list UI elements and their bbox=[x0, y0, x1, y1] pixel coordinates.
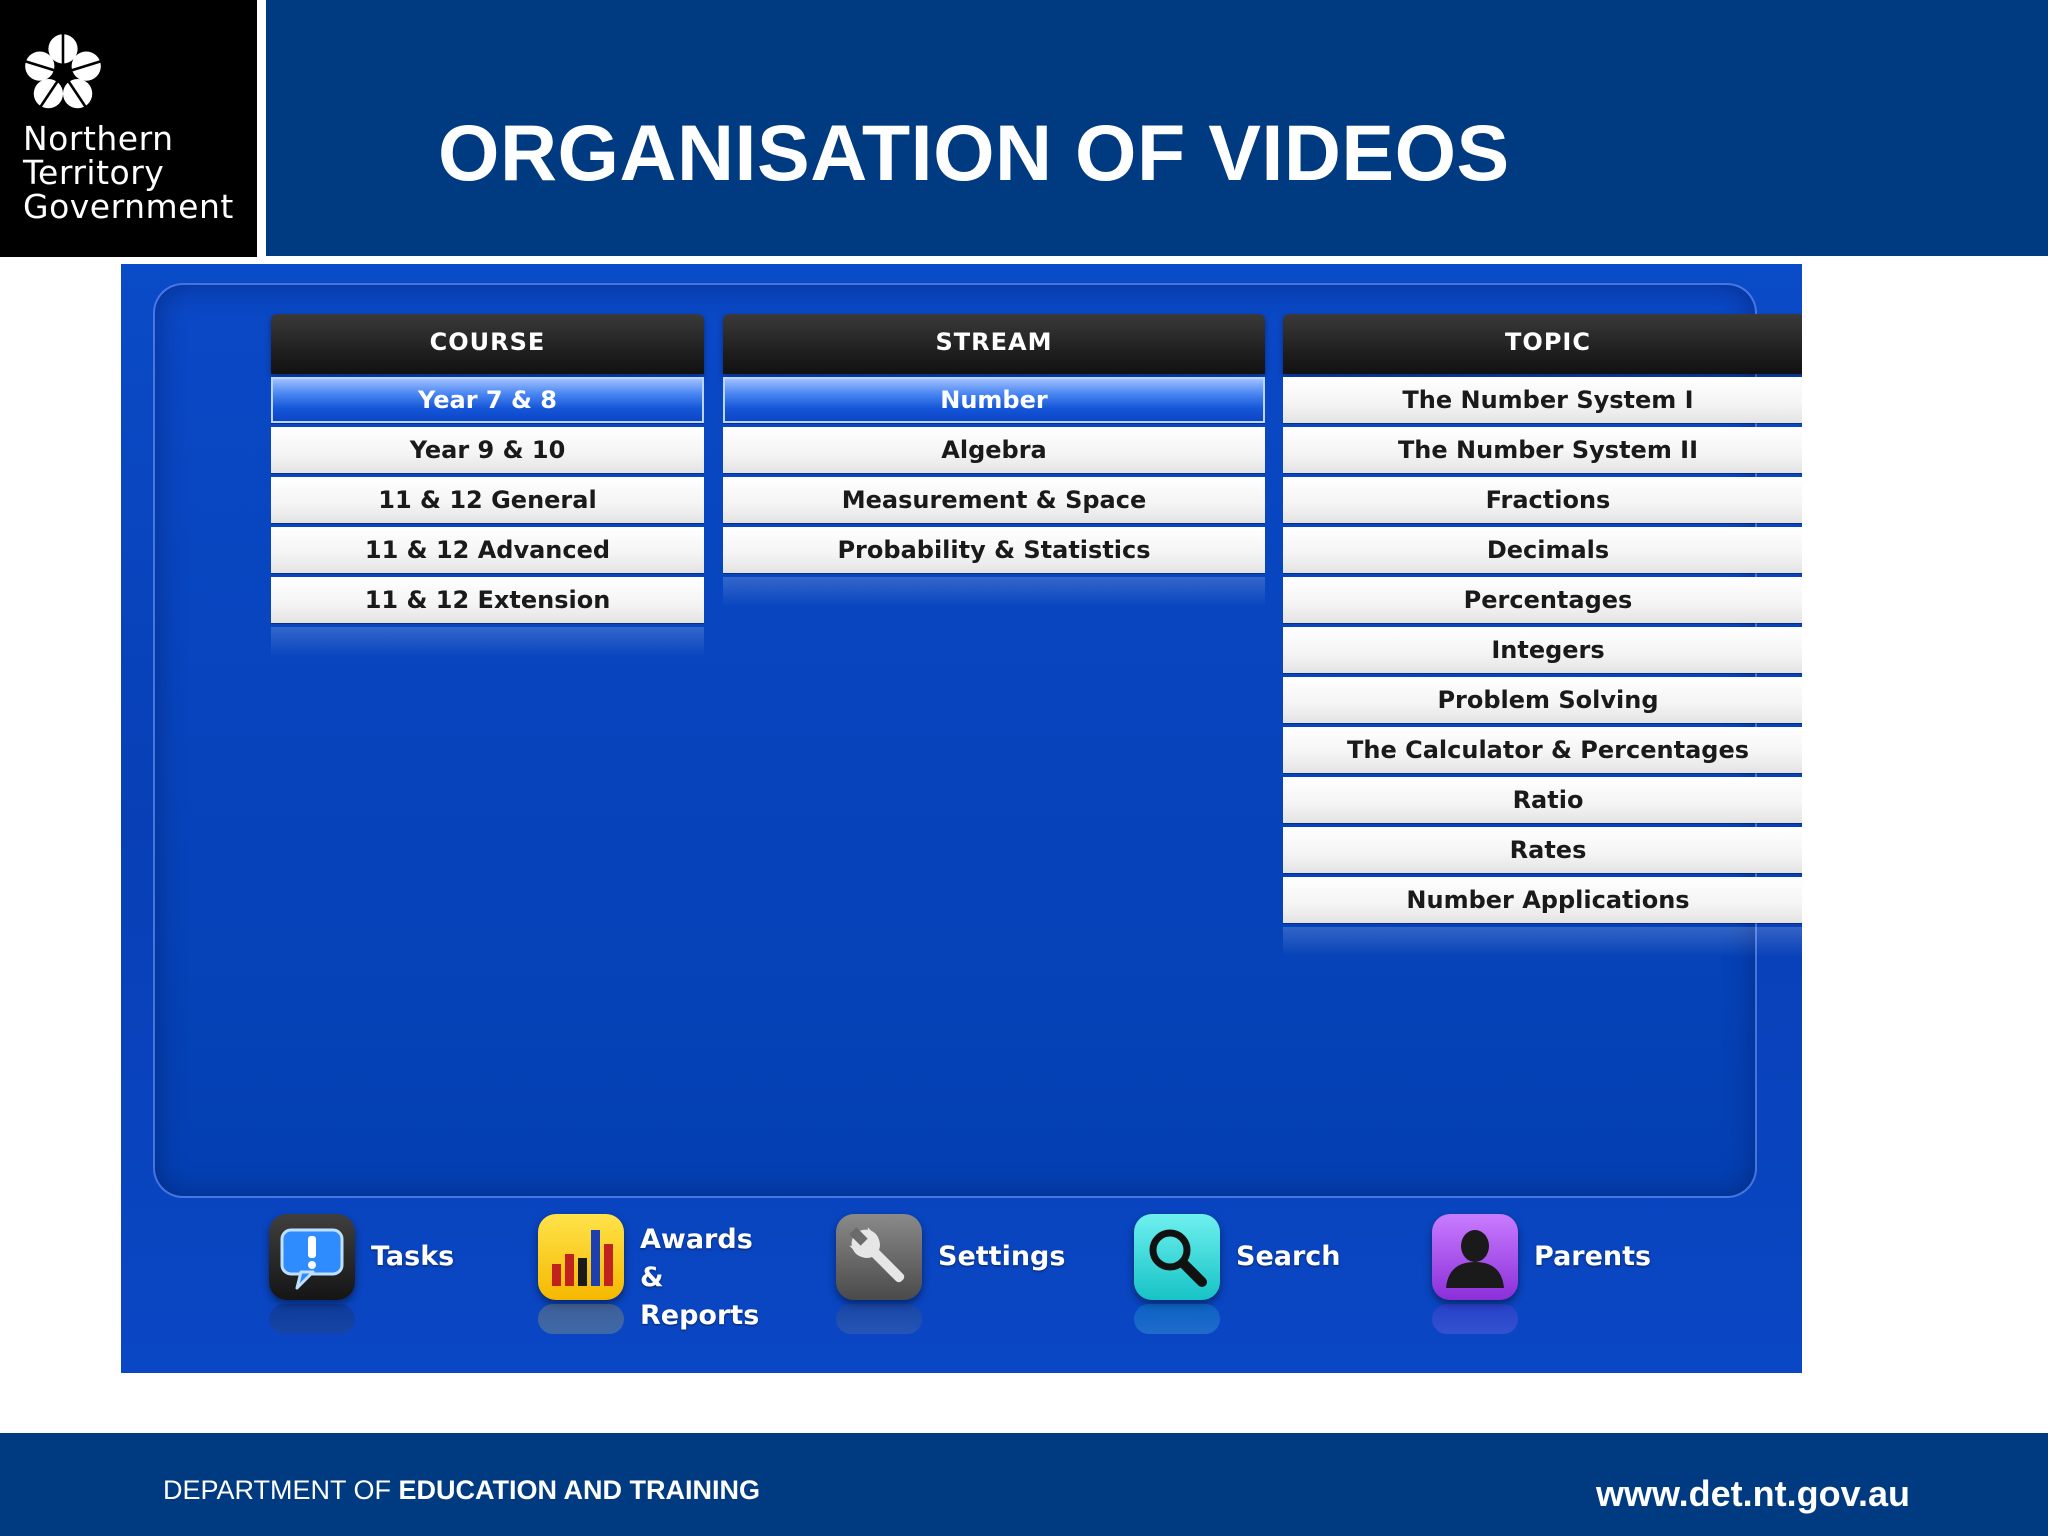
logo-area: Northern Territory Government bbox=[0, 0, 257, 257]
course-item[interactable]: Year 9 & 10 bbox=[271, 427, 704, 473]
topic-column-header: TOPIC bbox=[1283, 314, 1802, 374]
footer-bar: DEPARTMENT OF EDUCATION AND TRAINING www… bbox=[0, 1433, 2048, 1536]
topic-item[interactable]: The Calculator & Percentages bbox=[1283, 727, 1802, 773]
logo-wordmark: Northern Territory Government bbox=[23, 119, 234, 226]
wrench-icon bbox=[836, 1214, 922, 1300]
header-bar: ORGANISATION OF VIDEOS bbox=[266, 0, 2048, 256]
app-screenshot: COURSE Year 7 & 8 Year 9 & 10 11 & 12 Ge… bbox=[121, 264, 1802, 1373]
stream-item[interactable]: Measurement & Space bbox=[723, 477, 1265, 523]
stream-list: Number Algebra Measurement & Space Proba… bbox=[723, 377, 1265, 607]
person-silhouette-icon bbox=[1432, 1214, 1518, 1300]
stream-item[interactable]: Probability & Statistics bbox=[723, 527, 1265, 573]
topic-item[interactable]: Ratio bbox=[1283, 777, 1802, 823]
topic-item[interactable]: Decimals bbox=[1283, 527, 1802, 573]
course-column-header: COURSE bbox=[271, 314, 704, 374]
search-label: Search bbox=[1236, 1241, 1341, 1272]
parents-label: Parents bbox=[1534, 1241, 1652, 1272]
course-item[interactable]: Year 7 & 8 bbox=[271, 377, 704, 423]
stream-column-header: STREAM bbox=[723, 314, 1265, 374]
awards-reports-label: Awards & Reports bbox=[640, 1224, 760, 1331]
stream-column: STREAM Number Algebra Measurement & Spac… bbox=[723, 314, 1265, 607]
topic-item[interactable]: Fractions bbox=[1283, 477, 1802, 523]
topic-item[interactable]: Problem Solving bbox=[1283, 677, 1802, 723]
stream-item[interactable]: Algebra bbox=[723, 427, 1265, 473]
website-link[interactable]: www.det.nt.gov.au bbox=[1596, 1473, 1910, 1515]
course-column: COURSE Year 7 & 8 Year 9 & 10 11 & 12 Ge… bbox=[271, 314, 704, 657]
tasks-label: Tasks bbox=[371, 1241, 455, 1272]
course-item[interactable]: 11 & 12 Advanced bbox=[271, 527, 704, 573]
course-item[interactable]: 11 & 12 Extension bbox=[271, 577, 704, 623]
topic-item[interactable]: The Number System I bbox=[1283, 377, 1802, 423]
bar-chart-icon bbox=[538, 1214, 624, 1300]
department-bold: EDUCATION AND TRAINING bbox=[398, 1475, 761, 1505]
topic-item[interactable]: The Number System II bbox=[1283, 427, 1802, 473]
settings-label: Settings bbox=[938, 1241, 1066, 1272]
topic-item[interactable]: Number Applications bbox=[1283, 877, 1802, 923]
page-title: ORGANISATION OF VIDEOS bbox=[438, 108, 1510, 197]
course-item[interactable]: 11 & 12 General bbox=[271, 477, 704, 523]
department-prefix: DEPARTMENT OF bbox=[163, 1475, 399, 1505]
topic-item[interactable]: Integers bbox=[1283, 627, 1802, 673]
topic-item[interactable]: Percentages bbox=[1283, 577, 1802, 623]
magnifier-icon bbox=[1134, 1214, 1220, 1300]
department-name: DEPARTMENT OF EDUCATION AND TRAINING bbox=[163, 1475, 760, 1506]
flower-logo-icon bbox=[23, 33, 103, 110]
topic-list: The Number System I The Number System II… bbox=[1283, 377, 1802, 957]
course-list: Year 7 & 8 Year 9 & 10 11 & 12 General 1… bbox=[271, 377, 704, 657]
speech-bubble-exclamation-icon bbox=[269, 1214, 355, 1300]
stream-item[interactable]: Number bbox=[723, 377, 1265, 423]
topic-column: TOPIC The Number System I The Number Sys… bbox=[1283, 314, 1802, 957]
topic-item[interactable]: Rates bbox=[1283, 827, 1802, 873]
